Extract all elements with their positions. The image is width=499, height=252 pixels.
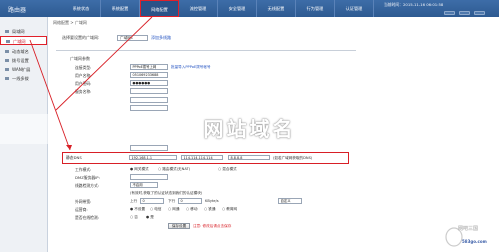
arrow-line-nav (55, 16, 153, 111)
annotation-arrows (29, 16, 153, 151)
arrow-head (66, 145, 72, 150)
arrow-line-sidebar (29, 39, 71, 151)
watermark-url: 583go.com (462, 239, 487, 244)
watermark-text: 网吧三国 (458, 226, 479, 232)
